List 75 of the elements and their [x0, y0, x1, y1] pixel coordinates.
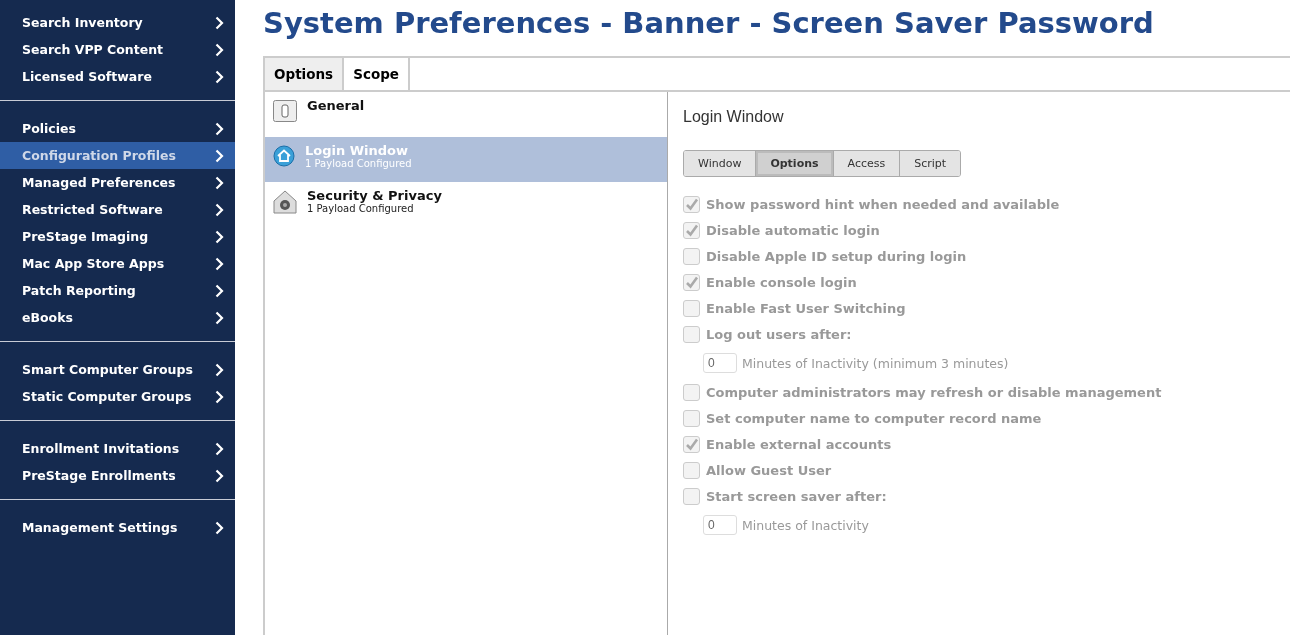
house-icon — [273, 145, 295, 167]
option-label: Set computer name to computer record name — [706, 410, 1042, 426]
chevron-icon — [215, 69, 224, 84]
sidebar-item[interactable]: PreStage Imaging — [0, 223, 235, 250]
chevron-icon — [215, 229, 224, 244]
sidebar-item[interactable]: Mac App Store Apps — [0, 250, 235, 277]
panel-title: Login Window — [683, 108, 785, 126]
minutes-field[interactable]: 0 — [703, 353, 737, 373]
chevron-icon — [215, 175, 224, 190]
chevron-icon — [215, 121, 224, 136]
payload-status: 1 Payload Configured — [307, 203, 415, 214]
option-label: Disable automatic login — [706, 222, 880, 238]
sidebar-item[interactable]: Search Inventory — [0, 9, 235, 36]
payload-name: Security & Privacy — [307, 188, 442, 203]
segment-tab[interactable]: Window — [684, 151, 757, 176]
chevron-icon — [215, 310, 224, 325]
payload-item[interactable]: General — [265, 92, 667, 137]
chevron-icon — [215, 148, 224, 163]
minutes-field[interactable]: 0 — [703, 515, 737, 535]
chevron-icon — [215, 362, 224, 377]
payload-item[interactable]: Security & Privacy 1 Payload Configured — [265, 182, 667, 227]
payload-name: General — [307, 98, 365, 113]
checkbox[interactable] — [683, 325, 700, 343]
segment-tab[interactable]: Options — [756, 151, 834, 176]
chevron-icon — [215, 441, 224, 456]
checkbox[interactable] — [683, 435, 700, 453]
payload-status: 1 Payload Configured — [305, 158, 412, 169]
sidebar-item[interactable]: Enrollment Invitations — [0, 435, 235, 462]
sidebar-item[interactable]: Licensed Software — [0, 63, 235, 90]
checkbox[interactable] — [683, 461, 700, 479]
checkbox[interactable] — [683, 273, 700, 291]
segment-tab[interactable]: Access — [833, 151, 901, 176]
page-title: System Preferences - Banner - Screen Saver Password — [263, 6, 1155, 40]
sidebar-item[interactable]: Static Computer Groups — [0, 383, 235, 410]
checkbox[interactable] — [683, 409, 700, 427]
field-label: Minutes of Inactivity (minimum 3 minutes) — [742, 355, 1009, 371]
option-label: Enable external accounts — [706, 436, 892, 452]
chevron-icon — [215, 389, 224, 404]
chevron-icon — [215, 468, 224, 483]
option-label: Enable Fast User Switching — [706, 300, 906, 316]
sidebar-item[interactable]: Management Settings — [0, 514, 235, 541]
sidebar-item[interactable]: Search VPP Content — [0, 36, 235, 63]
house-icon — [273, 190, 297, 214]
option-label: Enable console login — [706, 274, 857, 290]
option-label: Computer administrators may refresh or disable management — [706, 384, 1162, 400]
payload-name: Login Window — [305, 143, 410, 158]
sidebar-item[interactable]: Managed Preferences — [0, 169, 235, 196]
checkbox[interactable] — [683, 195, 700, 213]
sidebar-item[interactable]: Patch Reporting — [0, 277, 235, 304]
chevron-icon — [215, 42, 224, 57]
chevron-icon — [215, 202, 224, 217]
option-label: Log out users after: — [706, 326, 852, 342]
chevron-icon — [215, 15, 224, 30]
segment-tab[interactable]: Script — [900, 151, 961, 176]
chevron-icon — [215, 283, 224, 298]
sidebar-item[interactable]: Configuration Profiles — [0, 142, 235, 169]
switch-icon — [273, 100, 297, 122]
checkbox[interactable] — [683, 383, 700, 401]
option-label: Disable Apple ID setup during login — [706, 248, 967, 264]
checkbox[interactable] — [683, 299, 700, 317]
sidebar-item[interactable]: PreStage Enrollments — [0, 462, 235, 489]
option-label: Start screen saver after: — [706, 488, 887, 504]
sidebar-item[interactable]: eBooks — [0, 304, 235, 331]
checkbox[interactable] — [683, 487, 700, 505]
option-label: Show password hint when needed and available — [706, 196, 1060, 212]
chevron-icon — [215, 520, 224, 535]
checkbox[interactable] — [683, 247, 700, 265]
sidebar-item[interactable]: Smart Computer Groups — [0, 356, 235, 383]
chevron-icon — [215, 256, 224, 271]
tab[interactable]: Options — [265, 58, 345, 90]
option-label: Allow Guest User — [706, 462, 832, 478]
sidebar-item[interactable]: Policies — [0, 115, 235, 142]
sidebar-item[interactable]: Restricted Software — [0, 196, 235, 223]
checkbox[interactable] — [683, 221, 700, 239]
field-label: Minutes of Inactivity — [742, 517, 869, 533]
